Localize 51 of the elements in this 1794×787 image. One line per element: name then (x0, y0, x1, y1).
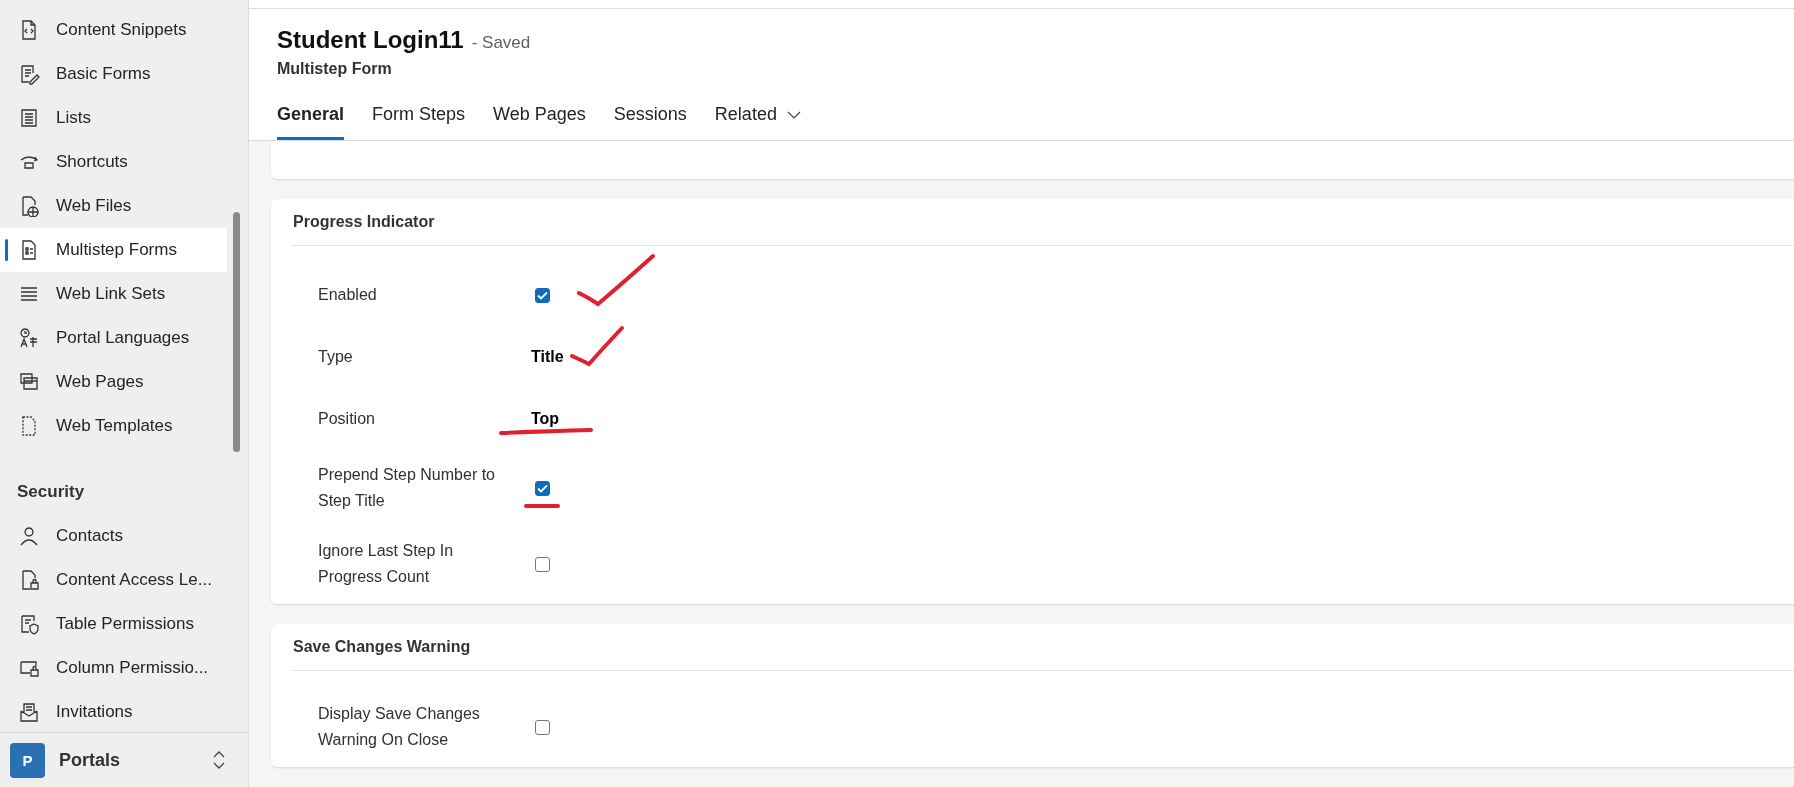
sidebar-item[interactable]: Lists (0, 96, 227, 140)
chevron-down-icon (786, 110, 801, 119)
record-type: Multistep Form (277, 60, 393, 78)
sidebar-item[interactable]: Content Access Le... (0, 558, 227, 602)
tab[interactable]: Sessions (613, 96, 687, 140)
sidebar-item[interactable]: Table Permissions (0, 602, 227, 646)
sidebar-item[interactable]: Invitations (0, 690, 227, 732)
section-title: Progress Indicator (291, 199, 1794, 246)
language-icon (18, 327, 40, 349)
section-title: Save Changes Warning (291, 624, 1794, 671)
save-status: - Saved (471, 33, 531, 53)
tab[interactable]: Form Steps (372, 96, 466, 140)
field-label: Prepend Step Number to Step Title (318, 465, 496, 511)
sidebar-item[interactable]: Column Permissio... (0, 646, 227, 690)
form-edit-icon (18, 63, 40, 85)
up-down-chevron-icon[interactable] (212, 750, 226, 770)
field-value: Title (531, 348, 564, 366)
record-title: Student Login11 (277, 26, 464, 54)
field-label: Position (318, 409, 376, 429)
field-label: Display Save Changes Warning On Close (318, 704, 481, 750)
scrollbar-thumb[interactable] (233, 212, 240, 452)
area-switcher-label[interactable]: Portals (59, 749, 198, 771)
checkbox[interactable] (535, 287, 550, 303)
sidebar-item[interactable]: Web Templates (0, 404, 227, 448)
list-icon (18, 107, 40, 129)
sidebar-item[interactable]: Contacts (0, 514, 227, 558)
windows-icon (18, 371, 40, 393)
checkbox[interactable] (535, 556, 550, 572)
field-label: Ignore Last Step In Progress Count (318, 541, 455, 587)
person-icon (18, 525, 40, 547)
checkbox[interactable] (535, 719, 550, 735)
field-label: Enabled (318, 285, 378, 305)
sidebar-item[interactable]: Basic Forms (0, 52, 227, 96)
sidebar-item[interactable]: Web Pages (0, 360, 227, 404)
shield-form-icon (18, 613, 40, 635)
area-badge: P (10, 742, 45, 778)
sidebar-item[interactable]: Web Files (0, 184, 227, 228)
sidebar-item[interactable]: Content Snippets (0, 8, 227, 52)
field-label: Type (318, 347, 354, 367)
section-heading: Security (16, 481, 86, 503)
check-annotation (570, 326, 624, 366)
underline-annotation (524, 504, 560, 508)
tab[interactable]: Web Pages (493, 96, 586, 140)
sidebar-item[interactable]: Shortcuts (0, 140, 227, 184)
field-value: Top (531, 410, 560, 428)
sidebar-item[interactable]: Portal Languages (0, 316, 227, 360)
sidebar-item[interactable]: Multistep Forms (0, 228, 227, 272)
checkbox[interactable] (535, 480, 550, 496)
envelope-icon (18, 701, 40, 723)
sidebar-item[interactable]: Web Link Sets (0, 272, 227, 316)
tab[interactable]: Related (714, 96, 801, 140)
